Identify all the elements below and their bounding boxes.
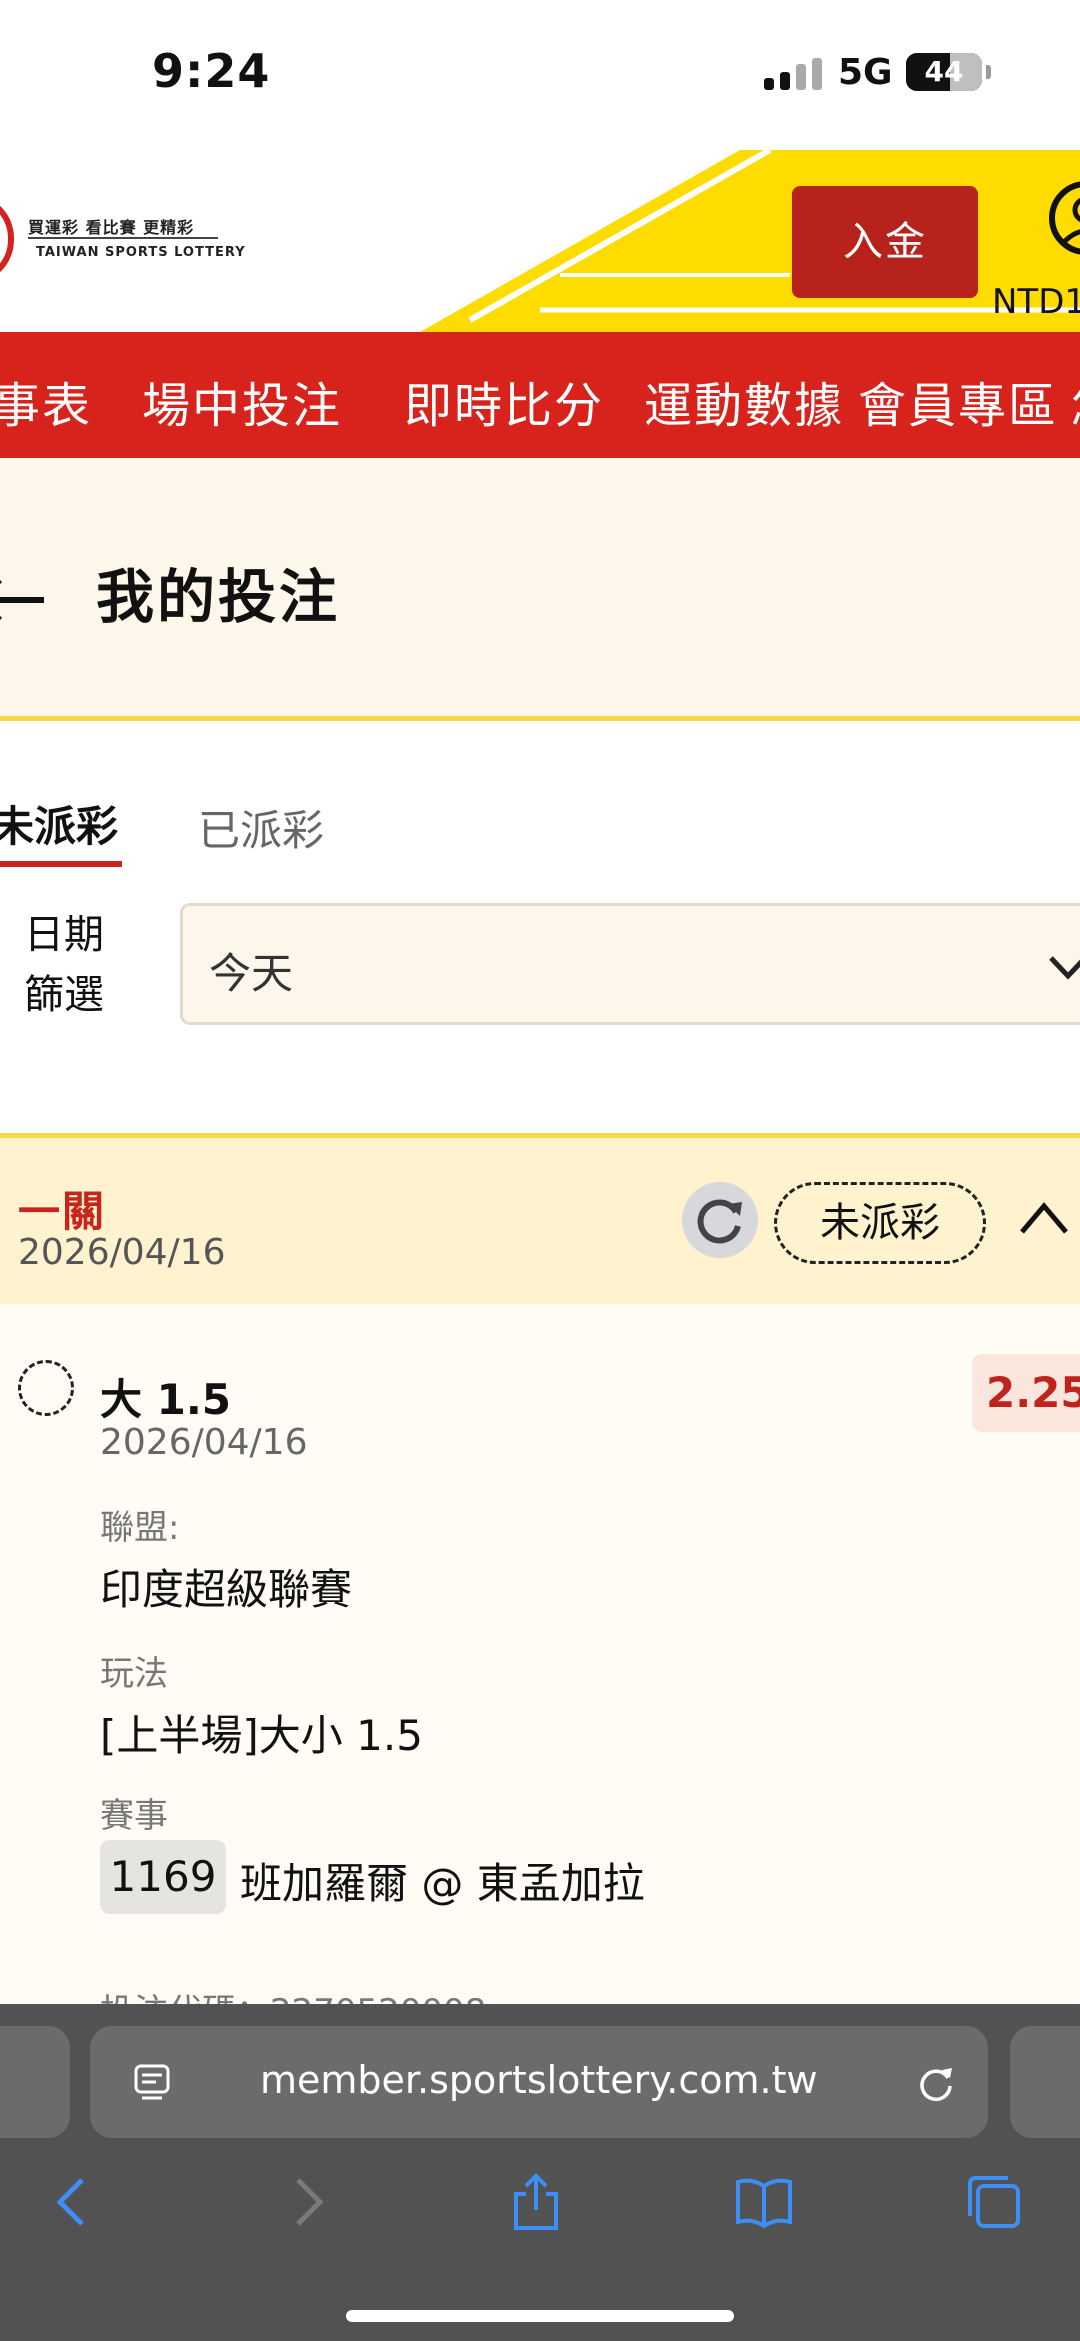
league-value: 印度超級聯賽 xyxy=(100,1565,353,1614)
tab-active-indicator xyxy=(0,861,122,867)
market-label: 玩法 xyxy=(100,1654,168,1694)
logo-text: TAIWAN SPORTS LOTTERY xyxy=(36,245,246,260)
event-label: 賽事 xyxy=(100,1796,168,1836)
share-icon[interactable] xyxy=(506,2172,566,2232)
date-filter-value: 今天 xyxy=(209,949,294,998)
bookmarks-icon[interactable] xyxy=(734,2172,794,2232)
tab-settled[interactable]: 已派彩 xyxy=(198,797,324,858)
bet-card-header[interactable]: 一關 2026/04/16 未派彩 xyxy=(0,1138,1080,1304)
reload-icon[interactable] xyxy=(914,2060,958,2104)
back-icon[interactable] xyxy=(42,2172,102,2232)
deposit-button[interactable]: 入金 xyxy=(792,186,978,298)
match-name: 班加羅爾 @ 東孟加拉 xyxy=(240,1859,645,1908)
logo-slogan: 買運彩 看比賽 更精彩 xyxy=(28,218,195,237)
date-filter-label-line2: 篩選 xyxy=(24,972,104,1018)
bet-type: 一關 xyxy=(18,1187,107,1236)
leg-status-icon xyxy=(18,1360,74,1416)
date-filter-select[interactable]: 今天 xyxy=(180,903,1080,1025)
battery-level: 44 xyxy=(924,55,964,88)
home-indicator xyxy=(346,2310,734,2322)
arrow-left-icon[interactable] xyxy=(0,578,44,622)
status-bar: 9:24 5G 44 xyxy=(0,0,1080,150)
status-badge: 未派彩 xyxy=(774,1182,986,1264)
address-bar[interactable]: member.sportslottery.com.tw xyxy=(90,2026,988,2138)
cellular-signal-icon xyxy=(764,58,824,90)
tabs-icon[interactable] xyxy=(964,2172,1024,2232)
leg-date: 2026/04/16 xyxy=(100,1422,308,1463)
main-nav: 事表 場中投注 即時比分 運動數據 會員專區 怎 xyxy=(0,332,1080,458)
odds-badge: 2.25 xyxy=(972,1354,1080,1432)
leg-pick: 大 1.5 xyxy=(100,1375,232,1424)
balance-text: NTD1 xyxy=(992,282,1080,322)
nav-item-more[interactable]: 怎 xyxy=(1070,366,1080,436)
refresh-icon[interactable] xyxy=(682,1182,758,1258)
network-type: 5G xyxy=(838,52,893,93)
status-time: 9:24 xyxy=(152,44,271,98)
url-text: member.sportslottery.com.tw xyxy=(260,2058,818,2102)
forward-icon[interactable] xyxy=(278,2172,338,2232)
page-title: 我的投注 xyxy=(96,563,341,631)
chevron-up-icon[interactable] xyxy=(1018,1198,1070,1238)
bet-leg-details: 大 1.5 2026/04/16 2.25 聯盟: 印度超級聯賽 玩法 [上半場… xyxy=(0,1304,1080,2032)
bets-tabs-and-filter: 未派彩 已派彩 日期 篩選 今天 xyxy=(0,721,1080,1133)
battery-icon: 44 xyxy=(906,53,991,91)
reader-icon[interactable] xyxy=(132,2062,172,2102)
chevron-down-icon xyxy=(1049,956,1080,980)
site-header: 買運彩 看比賽 更精彩 TAIWAN SPORTS LOTTERY 入金 NTD… xyxy=(0,150,1080,332)
date-filter-label: 日期 篩選 xyxy=(24,905,124,1025)
page-header: 我的投注 xyxy=(0,458,1080,716)
bet-date: 2026/04/16 xyxy=(18,1232,226,1273)
previous-tab-preview[interactable] xyxy=(0,2026,70,2138)
market-value: [上半場]大小 1.5 xyxy=(100,1711,423,1760)
date-filter-label-line1: 日期 xyxy=(24,912,104,958)
next-tab-preview[interactable] xyxy=(1010,2026,1080,2138)
tab-unsettled[interactable]: 未派彩 xyxy=(0,793,118,854)
logo-divider xyxy=(28,237,218,239)
browser-toolbar: member.sportslottery.com.tw xyxy=(0,2004,1080,2341)
nav-item-live-scores[interactable]: 即時比分 xyxy=(404,366,604,436)
nav-item-member-area[interactable]: 會員專區 xyxy=(858,366,1058,436)
league-label: 聯盟: xyxy=(100,1508,180,1548)
nav-item-live-betting[interactable]: 場中投注 xyxy=(142,366,342,436)
user-icon[interactable] xyxy=(1046,176,1080,272)
nav-item-schedule[interactable]: 事表 xyxy=(0,366,92,436)
nav-item-sports-data[interactable]: 運動數據 xyxy=(644,366,844,436)
match-number-badge: 1169 xyxy=(100,1840,226,1914)
